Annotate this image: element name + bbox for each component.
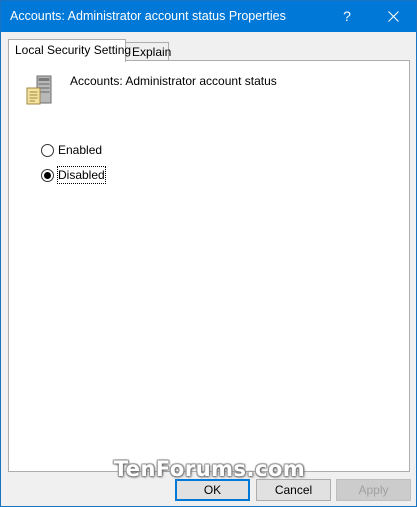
policy-name: Accounts: Administrator account status [70, 74, 277, 88]
ok-button[interactable]: OK [175, 479, 250, 501]
title-bar[interactable]: Accounts: Administrator account status P… [1, 1, 416, 32]
cancel-button[interactable]: Cancel [256, 479, 331, 501]
disabled-radio-circle[interactable] [41, 168, 54, 182]
apply-button[interactable]: Apply [336, 479, 411, 501]
tab-explain[interactable]: Explain [125, 42, 171, 62]
window-title: Accounts: Administrator account status P… [10, 9, 286, 23]
watermark: TenForums.com [113, 457, 306, 481]
help-icon: ? [343, 8, 351, 24]
enabled-radio-circle[interactable] [41, 143, 54, 157]
tab-local-security-setting[interactable]: Local Security Setting [8, 39, 131, 62]
disabled-label: Disabled [57, 166, 106, 184]
tab-panel: Accounts: Administrator account status E… [8, 60, 410, 472]
properties-dialog: Accounts: Administrator account status P… [0, 0, 417, 507]
enabled-label: Enabled [58, 143, 103, 157]
server-computer-icon [26, 75, 52, 105]
enabled-radio[interactable]: Enabled [41, 142, 102, 158]
help-button[interactable]: ? [324, 1, 370, 32]
disabled-radio[interactable]: Disabled [41, 166, 106, 184]
close-icon [387, 11, 399, 22]
close-button[interactable] [370, 1, 416, 32]
